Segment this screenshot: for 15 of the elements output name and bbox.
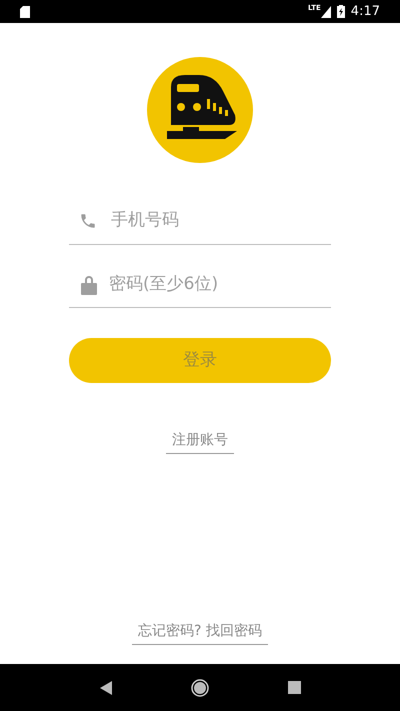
battery-icon <box>336 5 345 18</box>
recents-icon[interactable] <box>288 681 300 694</box>
clock: 4:17 <box>350 2 380 21</box>
sd-card-icon <box>20 6 30 18</box>
forgot-password-link[interactable]: 忘记密码? 找回密码 <box>132 621 268 645</box>
phone-field[interactable]: 手机号码 <box>111 208 331 234</box>
password-field[interactable]: 密码(至少6位) <box>109 272 331 298</box>
home-icon[interactable] <box>190 678 208 696</box>
lock-icon <box>81 274 97 294</box>
register-link[interactable]: 注册账号 <box>166 430 234 454</box>
back-icon[interactable] <box>100 680 112 694</box>
signal-icon <box>320 6 331 18</box>
login-button[interactable]: 登录 <box>69 338 331 383</box>
phone-icon <box>79 212 97 230</box>
train-logo-icon <box>147 57 253 163</box>
